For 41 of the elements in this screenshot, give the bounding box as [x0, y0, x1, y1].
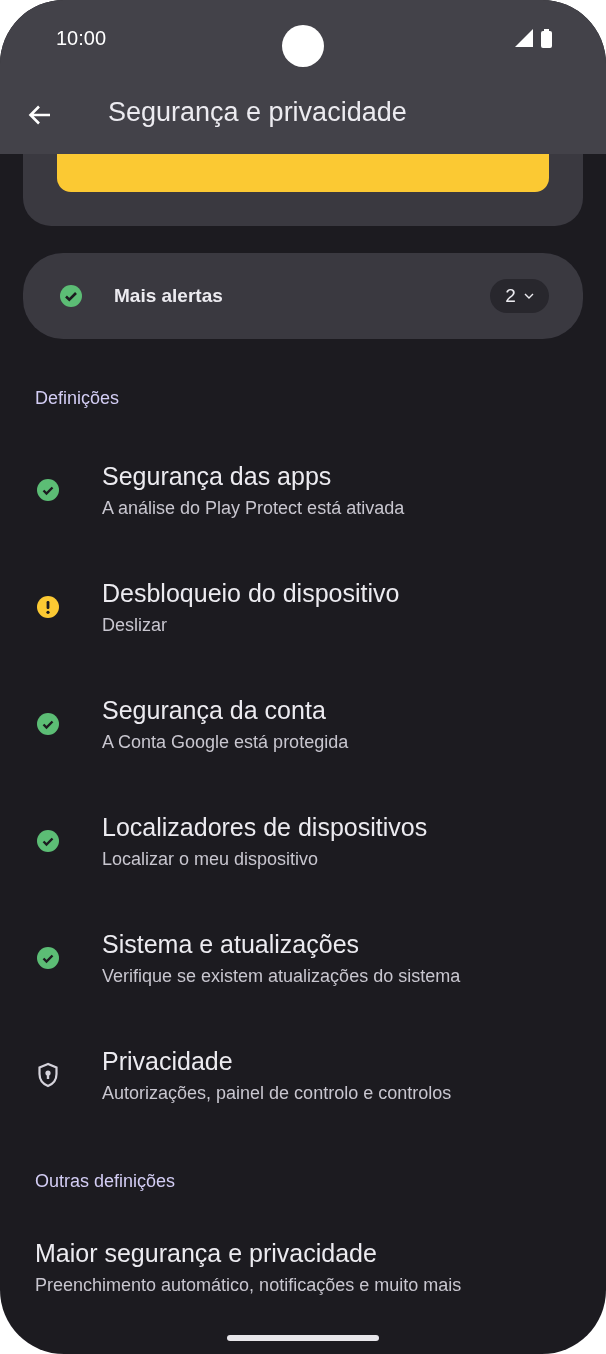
settings-item[interactable]: Segurança das apps A análise do Play Protect está ativada — [0, 440, 606, 557]
alerts-label: Mais alertas — [114, 283, 224, 308]
chevron-down-icon — [523, 293, 534, 299]
alerts-card[interactable]: Mais alertas 2 — [23, 253, 583, 339]
item-subtitle: Deslizar — [102, 613, 168, 637]
count-chip[interactable]: 2 — [490, 279, 549, 313]
settings-item[interactable]: Localizadores de dispositivos Localizar o meu dispositivo — [0, 791, 606, 908]
page-title: Segurança e privacidade — [108, 95, 407, 129]
check-icon — [37, 946, 59, 969]
item-subtitle: A Conta Google está protegida — [102, 730, 349, 754]
item-subtitle: Verifique se existem atualizações do sistema — [102, 964, 461, 988]
item-title: Privacidade — [102, 1045, 234, 1077]
section-header: Outras definições — [35, 1171, 176, 1191]
check-icon — [37, 712, 59, 735]
item-title: Segurança da conta — [102, 694, 327, 726]
settings-item[interactable]: Maior segurança e privacidade Preenchimento automático, notificações e muito mais — [0, 1221, 606, 1321]
camera-hole — [282, 25, 324, 67]
settings-item[interactable]: Sistema e atualizações Verifique se existem atualizações do sistema — [0, 908, 606, 1025]
item-subtitle: Autorizações, painel de controlo e controlos — [102, 1081, 452, 1105]
check-icon — [59, 284, 83, 308]
item-title: Sistema e atualizações — [102, 928, 361, 960]
signal-icon — [515, 29, 533, 47]
check-icon — [37, 829, 59, 852]
settings-item[interactable]: Privacidade Autorizações, painel de controlo e controlos — [0, 1025, 606, 1142]
shield-icon — [37, 1061, 59, 1088]
alerts-count: 2 — [505, 283, 516, 308]
item-subtitle: Localizar o meu dispositivo — [102, 847, 320, 871]
settings-item[interactable]: Segurança da conta A Conta Google está protegida — [0, 674, 606, 791]
item-subtitle: Preenchimento automático, notificações e muito mais — [35, 1274, 462, 1297]
check-icon — [37, 478, 59, 501]
section-header: Definições — [35, 388, 120, 408]
item-subtitle: A análise do Play Protect está ativada — [102, 496, 405, 520]
settings-item[interactable]: Desbloqueio do dispositivo Deslizar — [0, 557, 606, 674]
back-icon[interactable] — [28, 103, 52, 127]
status-time: 10:00 — [56, 26, 107, 51]
item-title: Maior segurança e privacidade — [35, 1238, 378, 1269]
item-title: Desbloqueio do dispositivo — [102, 577, 400, 609]
battery-icon — [541, 28, 552, 48]
item-title: Localizadores de dispositivos — [102, 811, 428, 843]
warning-icon — [37, 595, 59, 618]
item-title: Segurança das apps — [102, 460, 333, 492]
